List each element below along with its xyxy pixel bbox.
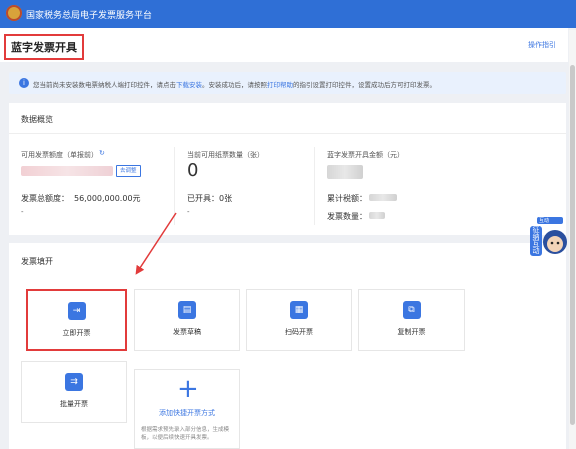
- amount-value-masked: [327, 165, 363, 179]
- qrcode-icon: ▦: [290, 301, 308, 319]
- overview-column-divider: [314, 147, 315, 225]
- copy-invoice-card[interactable]: ⧉ 复制开票: [358, 289, 465, 351]
- vertical-scrollbar[interactable]: [569, 30, 576, 449]
- mascot-badge: 互动: [539, 218, 550, 224]
- notice-middle: 。安装成功后，请按照: [202, 81, 267, 89]
- notice-suffix: 的指引设置打印控件，设置成功后方可打印发票。: [293, 81, 436, 89]
- issue-now-card[interactable]: ⇥ 立即开票: [26, 289, 127, 351]
- print-control-notice: i 您当前尚未安装数电票纳税人端打印控件，请点击下载安装。安装成功后，请按照打印…: [9, 72, 566, 94]
- issued-dash: -: [187, 208, 190, 216]
- page-title: 蓝字发票开具: [4, 34, 84, 60]
- card-label: 复制开票: [397, 328, 426, 336]
- invoice-scan-icon: ⇥: [67, 302, 86, 320]
- total-quota-dash: -: [21, 208, 24, 216]
- issued-value: 0张: [219, 194, 233, 203]
- card-label: 批量开票: [60, 400, 88, 408]
- scrollbar-thumb[interactable]: [570, 65, 575, 425]
- refresh-icon[interactable]: ↻: [99, 149, 105, 157]
- add-shortcut-description: 根据需求预先录入部分信息，生成模板，以便后续快速开具发票。: [141, 427, 230, 441]
- mascot-text: 征纳互动: [532, 226, 540, 255]
- adjust-quota-button[interactable]: 去调整: [116, 165, 141, 177]
- count-label: 发票数量：: [327, 212, 367, 221]
- top-bar: 国家税务总局电子发票服务平台: [0, 0, 576, 28]
- mascot-assistant-button[interactable]: 互动 征纳互动: [529, 214, 569, 262]
- total-quota-label: 发票总额度：: [21, 194, 69, 203]
- overview-column-divider: [174, 147, 175, 225]
- issued-label: 已开具：: [187, 194, 219, 203]
- card-label: 立即开票: [62, 329, 91, 337]
- batch-issue-card[interactable]: ⇉ 批量开票: [21, 361, 127, 423]
- copy-icon: ⧉: [402, 301, 421, 319]
- overview-divider: [9, 133, 566, 134]
- overview-title: 数据概览: [21, 115, 53, 124]
- notice-text: 您当前尚未安装数电票纳税人端打印控件，请点击下载安装。安装成功后，请按照打印帮助…: [33, 79, 436, 89]
- tax-emblem-logo: [6, 5, 22, 21]
- draft-card[interactable]: ▤ 发票草稿: [134, 289, 240, 351]
- download-link[interactable]: 下载安装: [176, 81, 202, 89]
- data-overview-panel: 数据概览 可用发票额度（单报前） ↻ 去调整 发票总额度： 56,000,000…: [9, 103, 566, 235]
- info-icon: i: [19, 78, 29, 88]
- tax-value-masked: [369, 194, 397, 201]
- add-shortcut-label: 添加快捷开票方式: [159, 409, 215, 417]
- paper-count-label: 当前可用纸票数量（张）: [187, 151, 264, 159]
- app-title: 国家税务总局电子发票服务平台: [26, 11, 153, 21]
- tax-label: 累计税额：: [327, 194, 367, 203]
- count-value-masked: [369, 212, 385, 219]
- amount-label: 蓝字发票开具金额（元）: [327, 151, 404, 159]
- scan-code-card[interactable]: ▦ 扫码开票: [246, 289, 352, 351]
- entry-title: 发票填开: [21, 257, 53, 266]
- card-label: 发票草稿: [173, 328, 201, 336]
- print-help-link[interactable]: 打印帮助: [267, 81, 293, 89]
- batch-icon: ⇉: [65, 373, 83, 391]
- draft-icon: ▤: [178, 301, 196, 319]
- plus-icon: +: [177, 374, 199, 404]
- notice-prefix: 您当前尚未安装数电票纳税人端打印控件，请点击: [33, 81, 176, 89]
- total-quota-value: 56,000,000.00元: [74, 194, 141, 203]
- invoice-entry-panel: 发票填开 ⇥ 立即开票 ▤ 发票草稿 ▦ 扫码开票 ⧉ 复制开票 ⇉ 批量开票 …: [9, 243, 566, 449]
- quota-value-masked: [21, 166, 113, 176]
- title-bar: 蓝字发票开具 操作指引: [0, 28, 568, 62]
- add-shortcut-card[interactable]: + 添加快捷开票方式 根据需求预先录入部分信息，生成模板，以便后续快速开具发票。: [134, 369, 240, 449]
- quota-label: 可用发票额度（单报前）: [21, 151, 98, 159]
- card-label: 扫码开票: [285, 328, 313, 336]
- paper-count-value: 0: [187, 160, 199, 181]
- guide-link[interactable]: 操作指引: [528, 40, 556, 50]
